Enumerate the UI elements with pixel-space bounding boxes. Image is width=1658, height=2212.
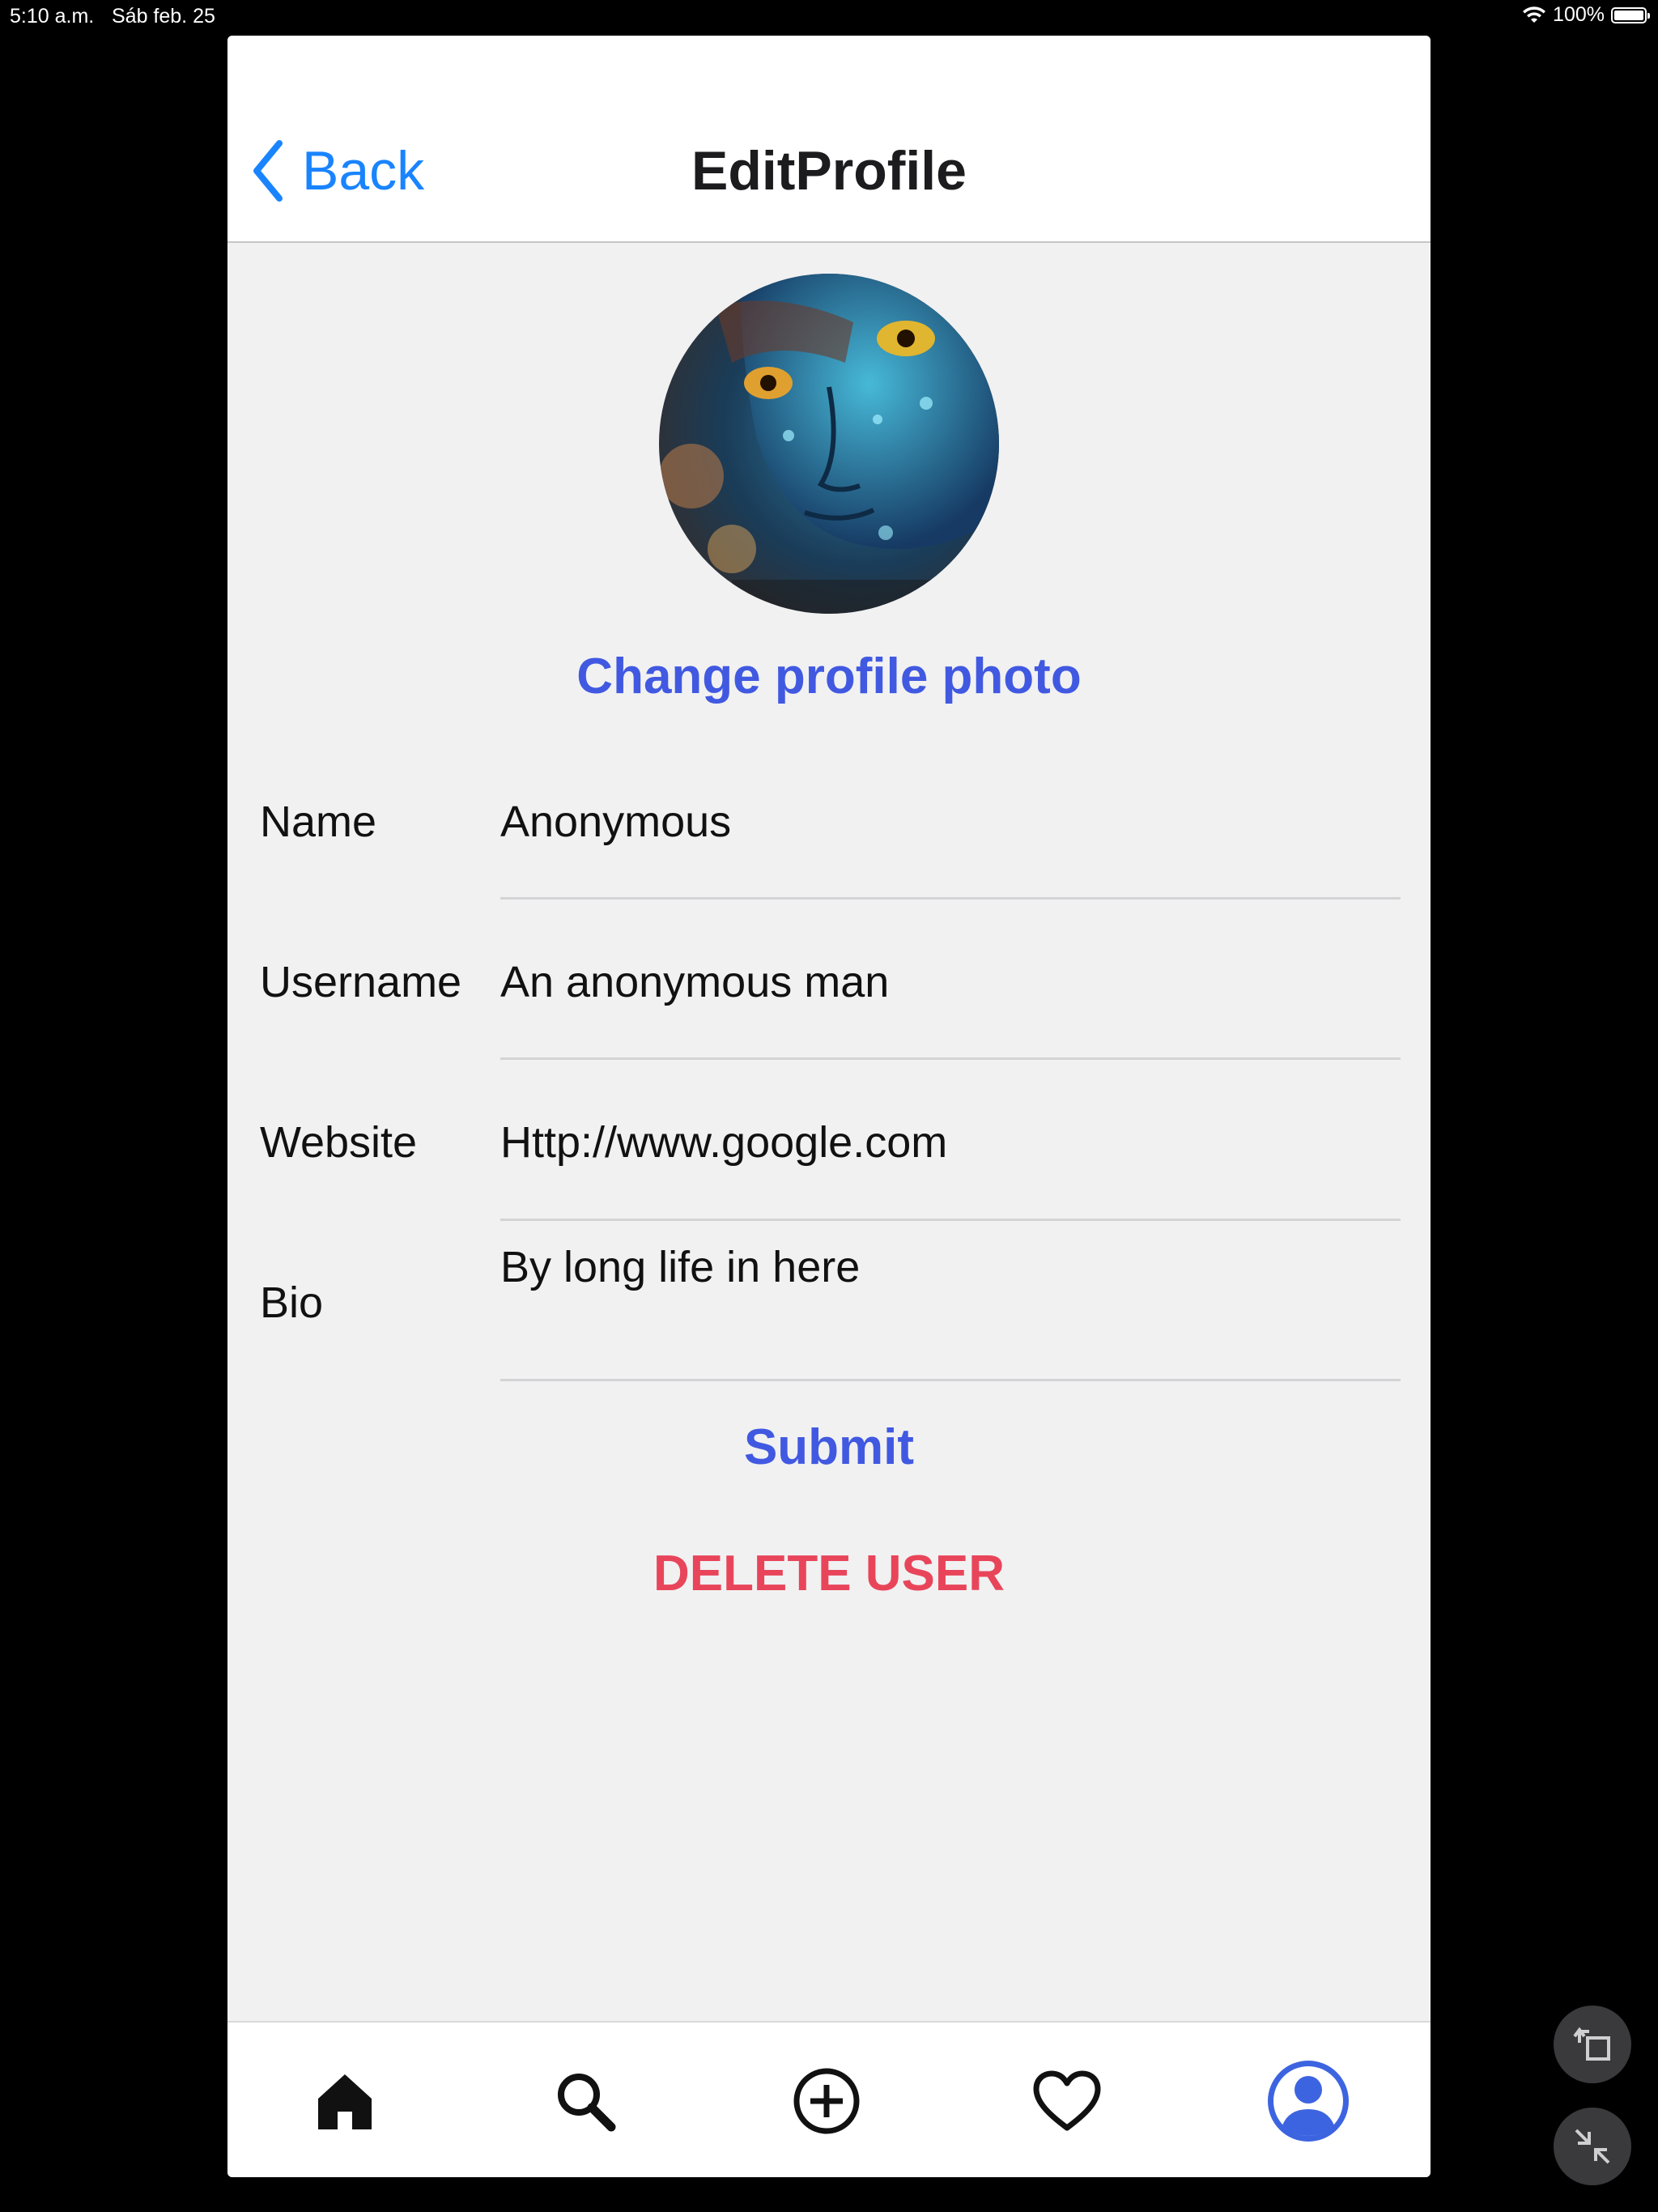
delete-user-button[interactable]: DELETE USER (227, 1545, 1431, 1602)
website-input[interactable]: Http://www.google.com (500, 1117, 947, 1168)
battery-icon (1611, 6, 1650, 23)
profile-icon (1268, 2060, 1349, 2142)
wifi-icon (1523, 6, 1546, 23)
nav-header: Back EditProfile (227, 36, 1431, 243)
minimize-icon (1575, 2129, 1610, 2164)
tab-bar (227, 2021, 1431, 2177)
rotate-icon (1573, 2027, 1610, 2061)
status-date: Sáb feb. 25 (112, 5, 215, 28)
tab-activity[interactable] (986, 2023, 1148, 2177)
page-title: EditProfile (691, 140, 967, 202)
tab-search[interactable] (504, 2023, 666, 2177)
search-icon (558, 2073, 616, 2131)
name-underline (500, 897, 1401, 900)
app-window: Back EditProfile Change profile photo Na… (227, 36, 1431, 2177)
status-right: 100% (1522, 3, 1650, 27)
bio-underline (500, 1379, 1401, 1381)
name-input[interactable]: Anonymous (500, 797, 731, 847)
tab-profile[interactable] (1227, 2023, 1389, 2177)
tab-add[interactable] (746, 2023, 908, 2177)
website-underline (500, 1219, 1401, 1221)
rotate-button[interactable] (1554, 2006, 1631, 2083)
battery-percent: 100% (1553, 3, 1605, 26)
tab-home[interactable] (264, 2023, 426, 2177)
home-icon (318, 2074, 372, 2129)
bio-input[interactable]: By long life in here (500, 1242, 860, 1292)
bio-label: Bio (260, 1278, 324, 1327)
status-bar: 5:10 a.m. Sáb feb. 25 100% (0, 0, 1658, 32)
minimize-button[interactable] (1554, 2108, 1631, 2185)
profile-avatar[interactable] (659, 274, 999, 614)
status-time: 5:10 a.m. (10, 5, 95, 28)
heart-icon (1033, 2070, 1101, 2130)
website-label: Website (260, 1118, 418, 1167)
name-label: Name (260, 798, 377, 846)
username-input[interactable]: An anonymous man (500, 957, 889, 1007)
username-underline (500, 1057, 1401, 1060)
change-photo-button[interactable]: Change profile photo (227, 648, 1431, 705)
add-circle-icon (793, 2068, 860, 2133)
submit-button[interactable]: Submit (227, 1419, 1431, 1476)
username-label: Username (260, 958, 462, 1006)
